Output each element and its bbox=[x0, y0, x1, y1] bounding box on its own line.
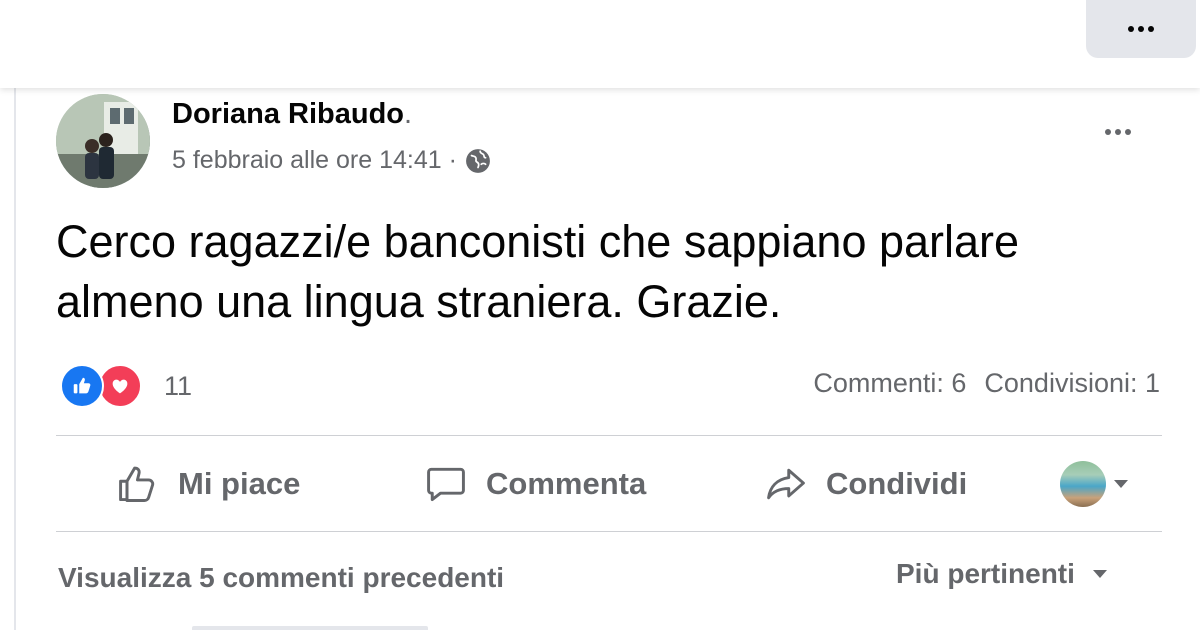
post-timestamp[interactable]: 5 febbraio alle ore 14:41 · bbox=[172, 146, 457, 175]
avatar-photo bbox=[56, 94, 150, 188]
more-dots-icon bbox=[1128, 26, 1154, 32]
top-bar bbox=[0, 0, 1200, 88]
chevron-down-icon bbox=[1114, 480, 1128, 488]
thumbs-up-icon bbox=[119, 466, 155, 502]
share-button-label: Condividi bbox=[826, 465, 968, 501]
reaction-count: 11 bbox=[164, 370, 193, 401]
post-card: Doriana Ribaudo. 5 febbraio alle ore 14:… bbox=[14, 88, 1200, 630]
top-more-options-button[interactable] bbox=[1086, 0, 1196, 58]
action-bar: Mi piace Commenta Condividi bbox=[56, 436, 1162, 531]
comment-bubble-icon bbox=[427, 467, 465, 501]
like-icon bbox=[60, 364, 104, 408]
author-avatar[interactable] bbox=[56, 94, 150, 188]
globe-icon[interactable] bbox=[465, 148, 491, 174]
comment-preview-edge bbox=[192, 626, 428, 630]
comment-button[interactable]: Commenta bbox=[424, 436, 646, 531]
like-button-label: Mi piace bbox=[178, 465, 301, 501]
comments-count[interactable]: Commenti: 6 bbox=[813, 368, 966, 399]
post-more-options-button[interactable] bbox=[1088, 112, 1148, 152]
comment-sort-dropdown[interactable]: Più pertinenti bbox=[896, 558, 1107, 590]
comment-sort-label: Più pertinenti bbox=[896, 558, 1075, 589]
post-meta: 5 febbraio alle ore 14:41 · bbox=[172, 146, 491, 175]
comment-button-label: Commenta bbox=[486, 465, 647, 501]
shares-count[interactable]: Condivisioni: 1 bbox=[984, 368, 1160, 399]
love-icon bbox=[98, 364, 142, 408]
author-name[interactable]: Doriana Ribaudo. bbox=[172, 98, 412, 131]
share-arrow-icon bbox=[767, 468, 805, 499]
share-button[interactable]: Condividi bbox=[764, 436, 967, 531]
comment-as-selector[interactable] bbox=[1060, 461, 1128, 507]
engagement-counts: Commenti: 6 Condivisioni: 1 bbox=[813, 368, 1160, 399]
like-button[interactable]: Mi piace bbox=[116, 436, 300, 531]
author-name-text[interactable]: Doriana Ribaudo bbox=[172, 98, 404, 130]
reactions-summary[interactable]: 11 bbox=[60, 364, 192, 408]
divider bbox=[56, 531, 1162, 532]
more-dots-icon bbox=[1105, 129, 1131, 135]
view-previous-comments-link[interactable]: Visualizza 5 commenti precedenti bbox=[58, 562, 504, 594]
chevron-down-icon bbox=[1092, 570, 1107, 578]
post-text: Cerco ragazzi/e banconisti che sappiano … bbox=[56, 216, 1020, 327]
user-avatar bbox=[1060, 461, 1106, 507]
author-suffix: . bbox=[404, 98, 413, 130]
